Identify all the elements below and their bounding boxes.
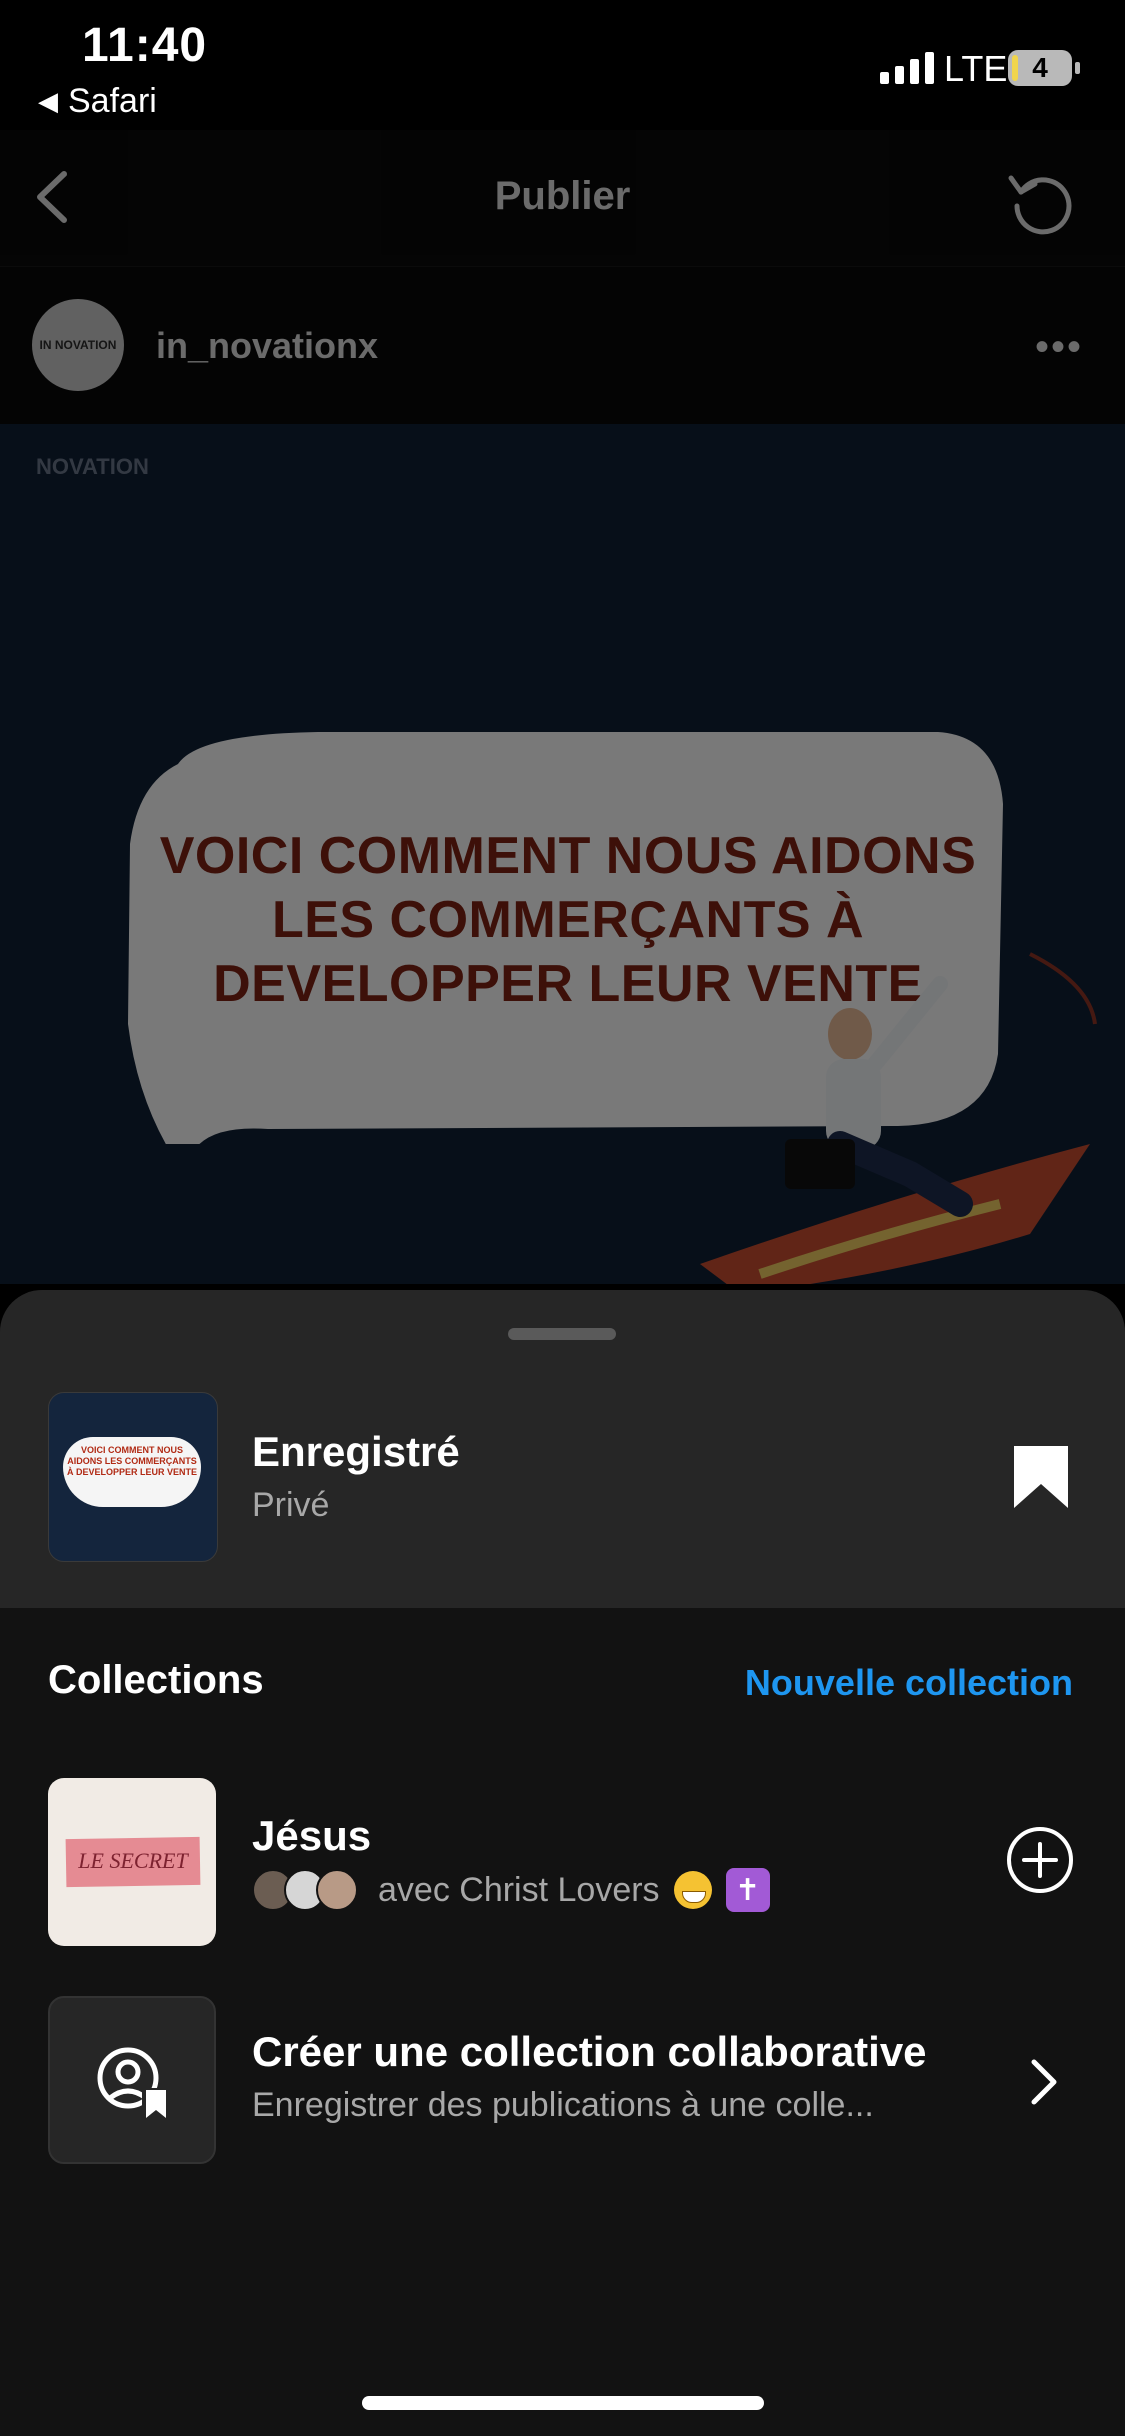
nav-bar: Publier <box>0 130 1125 266</box>
saved-section: VOICI COMMENT NOUS AIDONS LES COMMERÇANT… <box>0 1290 1125 1608</box>
post-image: NOVATION VOICI COMMENT NOUS AIDONS LES C… <box>0 424 1125 1284</box>
saved-title: Enregistré <box>252 1428 460 1475</box>
collections-heading: Collections <box>48 1658 264 1702</box>
create-collab-collection-subtitle: Enregistrer des publications à une colle… <box>252 2086 874 2124</box>
bookmark-filled-icon[interactable] <box>1012 1444 1070 1510</box>
saved-privacy: Privé <box>252 1486 330 1524</box>
refresh-icon[interactable] <box>1003 162 1083 242</box>
avatar[interactable]: IN NOVATION <box>32 299 124 391</box>
status-bar: 11:40 ◀ Safari LTE 4 <box>0 0 1125 130</box>
chevron-right-icon[interactable] <box>1024 2054 1064 2110</box>
thumbnail-paper-text: LE SECRET <box>78 1848 188 1873</box>
saved-thumbnail: VOICI COMMENT NOUS AIDONS LES COMMERÇANT… <box>48 1392 218 1562</box>
collaborative-thumbnail[interactable] <box>48 1996 216 2164</box>
back-app-label: Safari <box>68 82 157 120</box>
collection-thumbnail-jesus[interactable]: LE SECRET <box>48 1778 216 1946</box>
clock: 11:40 <box>82 19 208 72</box>
ellipsis-icon[interactable]: ••• <box>1035 325 1083 370</box>
dim-overlay <box>0 424 1125 1284</box>
plus-circle-icon[interactable] <box>1006 1826 1074 1894</box>
collaborative-collection-icon <box>97 2047 168 2118</box>
network-type: LTE <box>944 48 1008 89</box>
shared-with-text: avec Christ Lovers <box>378 1870 660 1909</box>
avatar-text: IN NOVATION <box>39 338 117 352</box>
battery-icon: 4 <box>1008 50 1080 86</box>
collection-name-jesus[interactable]: Jésus <box>252 1812 371 1860</box>
create-collab-collection-title[interactable]: Créer une collection collaborative <box>252 2028 927 2076</box>
back-to-app-link[interactable]: ◀ Safari <box>38 82 157 121</box>
latin-cross-emoji-icon: ✝ <box>725 1868 770 1912</box>
signal-icon <box>880 52 934 84</box>
sheet-grabber[interactable] <box>508 1328 616 1340</box>
new-collection-button[interactable]: Nouvelle collection <box>745 1662 1073 1704</box>
battery-level: 4 <box>1032 52 1048 83</box>
collection-collaborators: avec Christ Lovers ✝ <box>252 1868 770 1912</box>
post-header: IN NOVATION in_novationx ••• <box>0 266 1125 425</box>
username[interactable]: in_novationx <box>156 325 378 367</box>
back-triangle-icon: ◀ <box>38 86 58 116</box>
screen: 11:40 ◀ Safari LTE 4 Publier IN NOVATION… <box>0 0 1125 2436</box>
grinning-face-emoji-icon <box>673 1871 712 1909</box>
save-sheet: VOICI COMMENT NOUS AIDONS LES COMMERÇANT… <box>0 1290 1125 2436</box>
page-title: Publier <box>494 174 631 218</box>
collaborator-avatar <box>316 1869 358 1911</box>
home-indicator[interactable] <box>362 2396 764 2410</box>
thumbnail-text: VOICI COMMENT NOUS AIDONS LES COMMERÇANT… <box>66 1445 198 1477</box>
collaborator-avatars <box>252 1869 358 1911</box>
